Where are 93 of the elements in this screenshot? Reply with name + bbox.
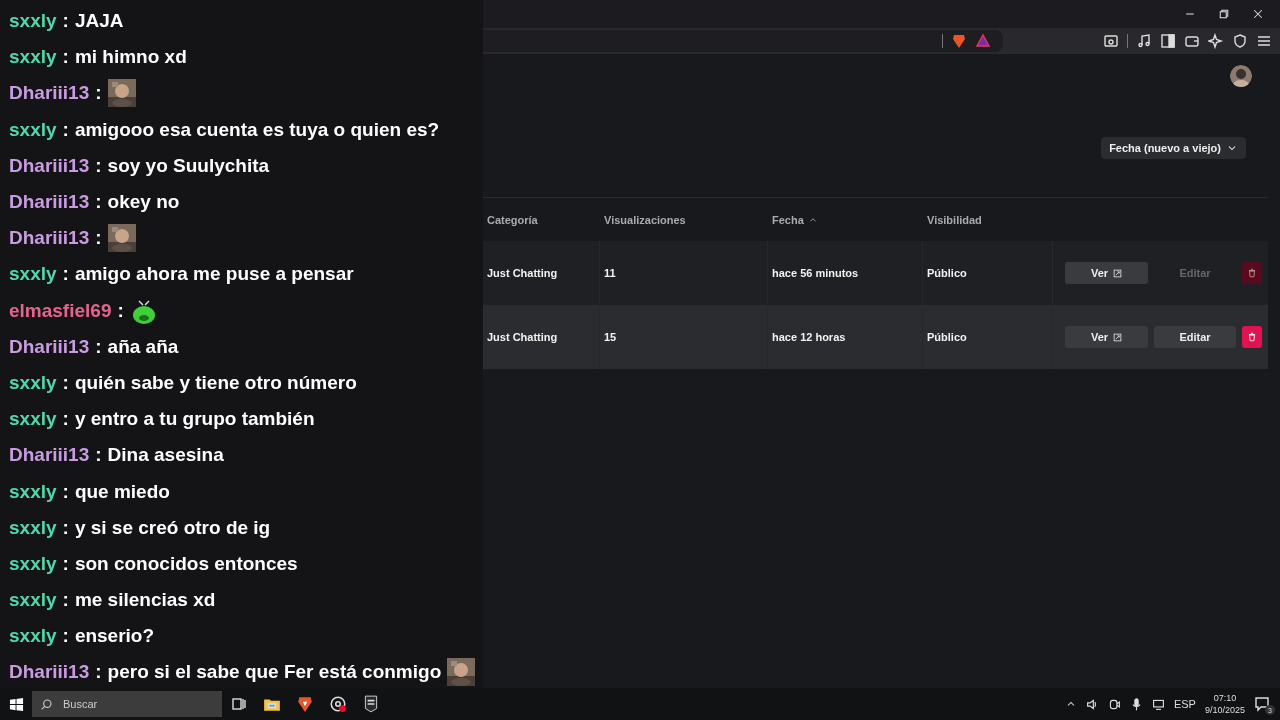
chat-username: sxxly — [9, 480, 57, 503]
chat-separator: : — [62, 625, 69, 648]
chat-username: elmasfiel69 — [9, 299, 112, 322]
avatar[interactable] — [1230, 65, 1252, 87]
chat-username: Dhariii13 — [9, 227, 90, 250]
shield-icon[interactable] — [951, 33, 967, 49]
chat-separator: : — [95, 661, 102, 684]
chat-message: y si se creó otro de ig — [74, 516, 271, 539]
shield-icon[interactable] — [1232, 33, 1248, 49]
chat-message: son conocidos entonces — [74, 552, 298, 575]
chat-username: Dhariii13 — [9, 661, 90, 684]
restore-icon[interactable] — [1218, 8, 1230, 20]
chat-message: me silencias xd — [74, 589, 216, 612]
column-header[interactable]: Visibilidad — [923, 213, 1053, 226]
chat-separator: : — [95, 227, 102, 250]
chat-separator: : — [62, 263, 69, 286]
column-header[interactable]: Fecha — [768, 213, 923, 226]
sparkle-icon[interactable] — [1208, 33, 1224, 49]
chat-username: Dhariii13 — [9, 191, 90, 214]
chat-message: JAJA — [74, 10, 124, 33]
table-cell: Just Chatting — [483, 305, 600, 369]
task-view-icon[interactable] — [230, 696, 247, 712]
chat-message: amigooo esa cuenta es tuya o quien es? — [74, 118, 440, 141]
chat-message: soy yo Suulychita — [107, 154, 270, 177]
chat-username: sxxly — [9, 371, 57, 394]
chat-separator: : — [62, 118, 69, 141]
chat-message: pero si el sabe que Fer está conmigo — [107, 661, 442, 684]
chat-username: sxxly — [9, 552, 57, 575]
windows-icon[interactable] — [8, 696, 24, 712]
column-header[interactable]: Visualizaciones — [600, 213, 768, 226]
chat-message: que miedo — [74, 480, 170, 503]
chat-separator: : — [62, 371, 69, 394]
chat-separator: : — [62, 516, 69, 539]
notification-icon[interactable] — [1254, 696, 1270, 712]
sidebar-icon[interactable] — [1160, 33, 1176, 49]
chat-username: sxxly — [9, 625, 57, 648]
chat-username: Dhariii13 — [9, 154, 90, 177]
wallet-icon[interactable] — [1184, 33, 1200, 49]
chat-separator: : — [95, 191, 102, 214]
trash-icon — [1247, 332, 1257, 342]
table-cell: Público — [923, 305, 1053, 369]
menu-icon[interactable] — [1256, 33, 1272, 49]
triangle-icon[interactable] — [975, 33, 991, 49]
table-cell: hace 12 horas — [768, 305, 923, 369]
chat-username: sxxly — [9, 408, 57, 431]
camera-icon[interactable] — [1107, 697, 1121, 711]
chat-username: sxxly — [9, 589, 57, 612]
chart-icon — [1113, 268, 1123, 278]
music-icon[interactable] — [1136, 33, 1152, 49]
edit-button[interactable]: Editar — [1154, 326, 1236, 348]
screenshot-icon[interactable] — [1103, 33, 1119, 49]
chat-username: sxxly — [9, 10, 57, 33]
chat-message: y entro a tu grupo también — [74, 408, 315, 431]
chat-separator: : — [62, 552, 69, 575]
chat-separator: : — [117, 299, 124, 322]
chat-message: mi himno xd — [74, 46, 187, 69]
chat-separator: : — [62, 408, 69, 431]
chat-username: Dhariii13 — [9, 335, 90, 358]
language-indicator[interactable]: ESP — [1173, 698, 1196, 710]
chat-message: amigo ahora me puse a pensar — [74, 263, 354, 286]
clock[interactable]: 07:10 9/10/2025 — [1204, 692, 1245, 716]
chat-separator: : — [95, 444, 102, 467]
chat-separator: : — [62, 480, 69, 503]
chat-username: Dhariii13 — [9, 444, 90, 467]
record-icon[interactable] — [328, 695, 347, 713]
chat-username: sxxly — [9, 516, 57, 539]
chat-message: enserio? — [74, 625, 155, 648]
chat-separator: : — [62, 46, 69, 69]
trash-icon — [1247, 268, 1257, 278]
chat-message: okey no — [107, 191, 180, 214]
chat-message: quién sabe y tiene otro número — [74, 371, 357, 394]
chat-separator: : — [95, 154, 102, 177]
close-icon[interactable] — [1252, 8, 1264, 20]
chart-icon — [1113, 332, 1123, 342]
chat-username: sxxly — [9, 118, 57, 141]
table-cell: 15 — [600, 305, 768, 369]
chat-message: aña aña — [107, 335, 179, 358]
chat-separator: : — [62, 10, 69, 33]
table-row[interactable]: Just Chatting 15 hace 12 horas Público Ver Editar — [483, 305, 1268, 369]
sort-dropdown[interactable]: Fecha (nuevo a viejo) — [1101, 136, 1246, 159]
column-header[interactable]: Categoría — [483, 213, 600, 226]
chat-separator: : — [95, 335, 102, 358]
chat-message: Dina asesina — [107, 444, 224, 467]
chat-separator: : — [95, 82, 102, 105]
chat-username: sxxly — [9, 46, 57, 69]
delete-button[interactable] — [1242, 326, 1262, 348]
search-icon — [40, 697, 53, 711]
search-field[interactable]: Buscar — [32, 691, 222, 717]
chat-username: Dhariii13 — [9, 82, 90, 105]
view-button[interactable]: Ver — [1065, 326, 1148, 348]
volume-icon[interactable] — [1085, 697, 1099, 711]
chat-separator: : — [62, 589, 69, 612]
chat-username: sxxly — [9, 263, 57, 286]
